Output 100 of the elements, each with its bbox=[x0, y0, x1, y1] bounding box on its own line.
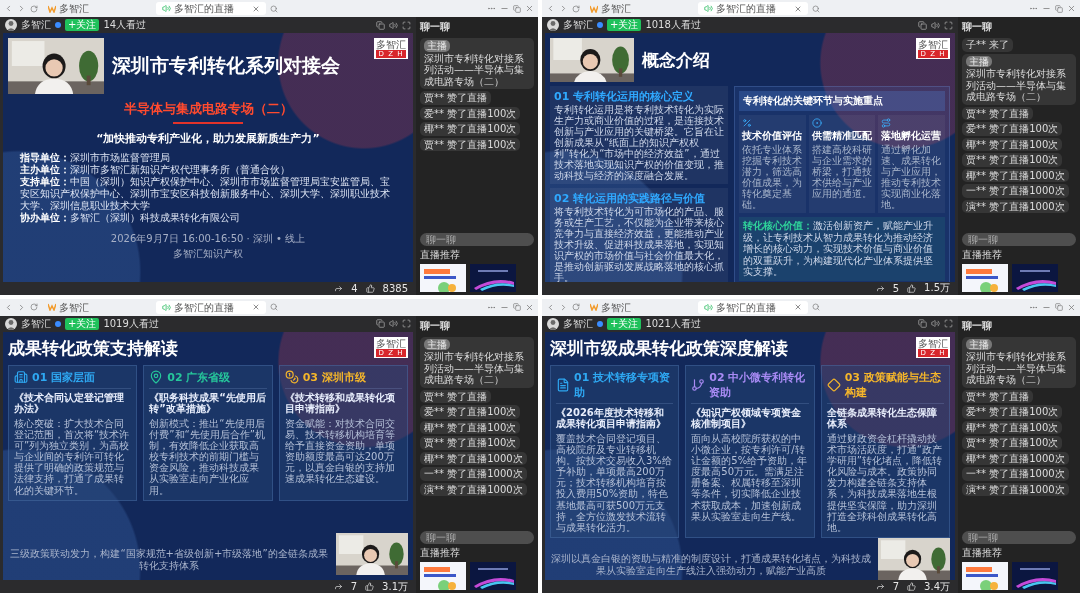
restore-icon[interactable] bbox=[513, 4, 521, 13]
slide-quote: “加快推动专利产业化，助力发展新质生产力” bbox=[95, 131, 321, 146]
avatar-icon[interactable] bbox=[5, 19, 17, 31]
section-text: 专利转化运用是将专利技术转化为实际生产力或商业价值的过程，是连接技术创新与产业应用的关键桥梁。它旨在让创新成果从“纸面上的知识产权权利”转化为“市场中的经济效益”，通过技术落地实现知识产权的价值变现，推动科技与经济的深度融合发展。 bbox=[554, 104, 724, 181]
back-icon[interactable] bbox=[4, 4, 13, 13]
chat-message: 贾** 赞了直播100次 bbox=[420, 137, 521, 151]
share-count: 5 bbox=[892, 282, 900, 294]
slide-title: 深圳市级成果转化政策深度解读 bbox=[550, 336, 789, 360]
search-icon[interactable] bbox=[812, 303, 820, 311]
close-icon[interactable] bbox=[794, 303, 802, 311]
dot-icon bbox=[811, 118, 822, 128]
like-count: 3.1万 bbox=[382, 579, 408, 593]
slide-title: 深圳市专利转化系列对接会 bbox=[112, 53, 341, 78]
step-title: 技术价值评估 bbox=[742, 129, 802, 143]
restore-icon[interactable] bbox=[1055, 303, 1063, 311]
browser-tab[interactable]: 多智汇 bbox=[584, 2, 694, 15]
fullscreen-icon[interactable] bbox=[944, 319, 953, 328]
verified-icon bbox=[55, 320, 61, 327]
chat-message: 椰** 赞了直播1000次 bbox=[962, 451, 1069, 465]
viewer-count: 14人看过 bbox=[103, 18, 147, 32]
back-icon[interactable] bbox=[546, 302, 555, 312]
fullscreen-icon[interactable] bbox=[402, 20, 411, 30]
search-icon[interactable] bbox=[270, 4, 278, 13]
chat-title: 聊一聊 bbox=[962, 20, 993, 34]
avatar-icon[interactable] bbox=[547, 317, 559, 330]
browser-tab[interactable]: 多智汇的直播 bbox=[156, 2, 266, 15]
close-icon[interactable] bbox=[252, 4, 260, 13]
browser-tab[interactable]: 多智汇的直播 bbox=[698, 2, 808, 15]
host-name: 多智汇 bbox=[21, 316, 51, 331]
step-title: 供需精准匹配 bbox=[811, 129, 872, 143]
host-tag: 主播 bbox=[424, 338, 450, 350]
browser-tab[interactable]: 多智汇 bbox=[42, 300, 152, 314]
policy-title: 《知识产权领域专项资金核准制项目》 bbox=[691, 406, 803, 430]
more-icon[interactable] bbox=[1029, 4, 1038, 13]
search-icon[interactable] bbox=[270, 303, 278, 311]
like-icon[interactable] bbox=[365, 582, 375, 591]
forward-icon[interactable] bbox=[17, 302, 26, 312]
policy-title: 全链条成果转化生态保障体系 bbox=[826, 406, 938, 430]
coins-icon bbox=[284, 370, 299, 384]
fullscreen-icon[interactable] bbox=[944, 20, 953, 30]
document-icon bbox=[556, 377, 570, 392]
map-pin-icon bbox=[149, 370, 164, 384]
chat-message: 子** 来了 bbox=[962, 38, 1014, 52]
chat-message: 椰** 赞了直播100次 bbox=[962, 137, 1063, 151]
like-icon[interactable] bbox=[907, 582, 917, 591]
host-tag: 主播 bbox=[966, 55, 992, 67]
slide-footer: 深圳以真金白银的资助与精准的制度设计，打通成果转化堵点，为科技成果从实验室走向生产线注入强劲动力，赋能产业高质 bbox=[550, 553, 872, 580]
chat-message: 贾** 赞了直播100次 bbox=[420, 436, 521, 450]
host-tag: 主播 bbox=[424, 40, 450, 52]
like-icon[interactable] bbox=[907, 283, 917, 293]
message-text: 深圳市专利转化对接系列活动——半导体与集成电路专场（二） bbox=[966, 351, 1067, 386]
volume-icon[interactable] bbox=[389, 319, 398, 328]
chat-message: 一** 赞了直播1000次 bbox=[420, 467, 527, 481]
volume-icon[interactable] bbox=[389, 20, 398, 30]
close-icon[interactable] bbox=[525, 302, 534, 312]
credit-line: 指导单位：深圳市市场监督管理局 bbox=[20, 152, 171, 164]
share-icon[interactable] bbox=[334, 283, 344, 293]
back-icon[interactable] bbox=[4, 302, 13, 312]
fullscreen-icon[interactable] bbox=[402, 319, 411, 328]
browser-tab[interactable]: 多智汇的直播 bbox=[156, 300, 266, 314]
chat-message: 椰** 赞了直播100次 bbox=[420, 420, 521, 434]
search-icon[interactable] bbox=[812, 4, 820, 13]
close-icon[interactable] bbox=[525, 4, 534, 13]
chat-message: 贾** 赞了直播 bbox=[962, 389, 1034, 403]
share-icon[interactable] bbox=[875, 283, 885, 293]
volume-icon[interactable] bbox=[931, 319, 940, 328]
like-icon[interactable] bbox=[365, 283, 375, 293]
speaker-icon bbox=[162, 302, 171, 312]
avatar-icon[interactable] bbox=[5, 317, 17, 330]
restore-icon[interactable] bbox=[1055, 4, 1063, 13]
forward-icon[interactable] bbox=[17, 4, 26, 13]
close-icon[interactable] bbox=[252, 303, 260, 311]
forward-icon[interactable] bbox=[559, 4, 568, 13]
share-icon[interactable] bbox=[333, 582, 343, 591]
reload-icon[interactable] bbox=[30, 4, 38, 13]
close-icon[interactable] bbox=[794, 4, 802, 13]
close-icon[interactable] bbox=[1067, 302, 1076, 312]
back-icon[interactable] bbox=[546, 4, 555, 13]
like-count: 8385 bbox=[382, 282, 408, 294]
verified-icon bbox=[55, 22, 61, 28]
step-text: 通过孵化加速、成果转化与产业应用，推动专利技术实现商业化落地。 bbox=[881, 144, 942, 210]
card-heading: 03 深圳市级 bbox=[302, 369, 366, 385]
reload-icon[interactable] bbox=[572, 4, 580, 13]
host-name: 多智汇 bbox=[563, 316, 593, 331]
avatar-icon[interactable] bbox=[547, 19, 559, 31]
share-icon[interactable] bbox=[875, 582, 885, 591]
browser-tab[interactable]: 多智汇的直播 bbox=[698, 300, 808, 314]
close-icon[interactable] bbox=[1067, 4, 1076, 13]
section-heading: 01 专利转化运用的核心定义 bbox=[554, 89, 696, 104]
more-icon[interactable] bbox=[487, 4, 496, 13]
reload-icon[interactable] bbox=[30, 303, 38, 311]
reload-icon[interactable] bbox=[572, 303, 580, 311]
restore-icon[interactable] bbox=[513, 303, 521, 311]
browser-tab[interactable]: 多智汇 bbox=[584, 300, 694, 314]
volume-icon[interactable] bbox=[931, 20, 940, 30]
like-count: 1.5万 bbox=[924, 281, 950, 295]
chat-message: 爱** 赞了直播100次 bbox=[962, 122, 1063, 136]
forward-icon[interactable] bbox=[559, 302, 568, 312]
browser-tab[interactable]: 多智汇 bbox=[42, 2, 152, 15]
policy-title: 《技术合同认定登记管理办法》 bbox=[14, 391, 125, 415]
